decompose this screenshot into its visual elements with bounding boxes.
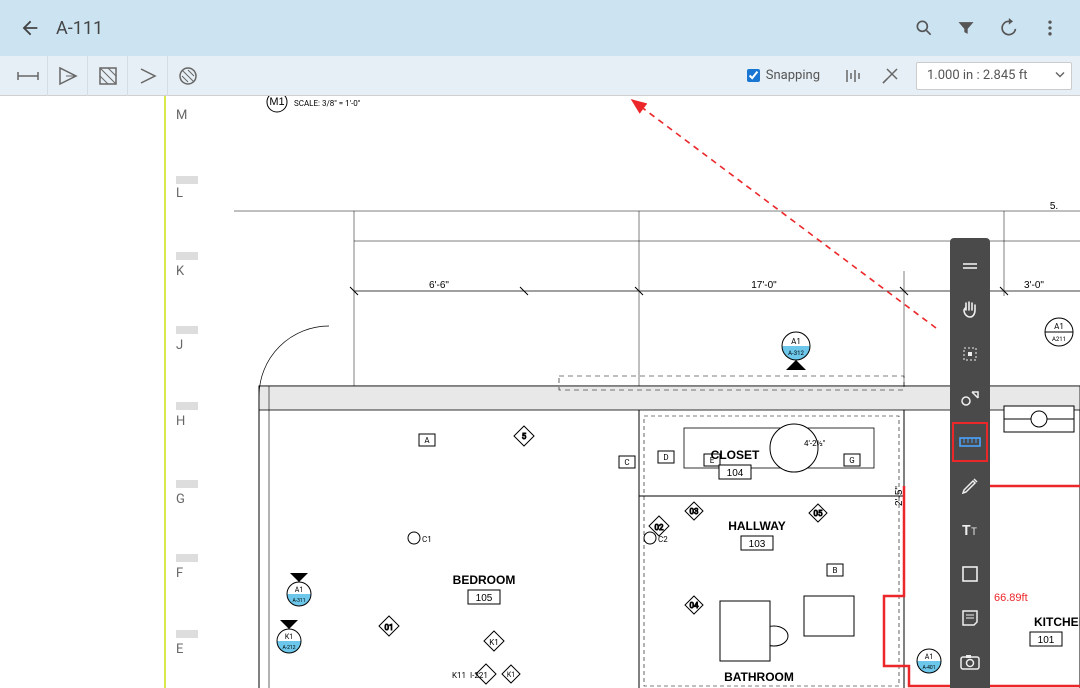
drag-handle-icon[interactable] (950, 244, 990, 288)
svg-text:A1: A1 (791, 337, 801, 346)
snapping-label: Snapping (766, 68, 820, 83)
svg-text:04: 04 (690, 601, 699, 610)
svg-text:BEDROOM: BEDROOM (453, 573, 516, 587)
svg-text:03: 03 (690, 507, 699, 516)
scale-value: 1.000 in : 2.845 ft (927, 68, 1027, 83)
svg-text:CLOSET: CLOSET (711, 448, 760, 462)
svg-text:BATHROOM: BATHROOM (724, 670, 794, 684)
svg-text:A211: A211 (1052, 336, 1066, 343)
measure-ellipse-icon[interactable] (168, 56, 208, 96)
svg-text:A-401: A-401 (922, 665, 935, 671)
floor-plan: SCALE: 3/8" = 1'-0" M1 5. 6'-6" 17'-0" 3… (164, 96, 1080, 688)
scale-dropdown[interactable]: 1.000 in : 2.845 ft (916, 62, 1072, 90)
svg-text:105: 105 (476, 593, 493, 604)
viewer-toolbar: TT (950, 238, 990, 688)
chevron-down-icon (1055, 68, 1065, 83)
measure-path-icon[interactable] (128, 56, 168, 96)
calibrate-icon[interactable] (872, 58, 908, 94)
overflow-menu-icon[interactable] (1032, 10, 1068, 46)
snapping-checkbox[interactable] (747, 69, 760, 82)
app-header: A-111 (0, 0, 1080, 56)
measure-angle-icon[interactable] (48, 56, 88, 96)
select-icon[interactable] (950, 332, 990, 376)
svg-text:K11: K11 (452, 671, 466, 680)
svg-text:HALLWAY: HALLWAY (728, 519, 786, 533)
measure-toolbar: Snapping 1.000 in : 2.845 ft (0, 56, 1080, 96)
history-icon[interactable] (990, 10, 1026, 46)
svg-text:C2: C2 (658, 535, 668, 544)
svg-text:4'-2½": 4'-2½" (804, 439, 826, 448)
svg-text:C1: C1 (422, 535, 432, 544)
svg-text:A1: A1 (925, 653, 934, 661)
svg-text:B: B (833, 566, 838, 575)
svg-text:66.89ft: 66.89ft (994, 592, 1028, 604)
svg-text:A1: A1 (295, 586, 304, 594)
svg-text:G: G (849, 456, 854, 465)
svg-text:17'-0": 17'-0" (751, 280, 777, 291)
svg-text:05: 05 (814, 509, 823, 518)
filter-icon[interactable] (948, 10, 984, 46)
svg-text:A-311: A-311 (292, 598, 305, 604)
svg-text:D: D (663, 453, 668, 462)
snapping-toggle[interactable]: Snapping (747, 68, 820, 83)
svg-text:5.: 5. (1050, 201, 1058, 212)
svg-text:K1: K1 (285, 633, 293, 641)
measure-linear-icon[interactable] (8, 56, 48, 96)
note-icon[interactable] (950, 596, 990, 640)
svg-text:K1: K1 (489, 638, 499, 647)
drawing-canvas[interactable]: M L K J H G F E SCALE: 3/8" = 1'-0" M1 5… (0, 96, 1080, 688)
search-icon[interactable] (906, 10, 942, 46)
page-title: A-111 (56, 18, 103, 39)
scale-note: SCALE: 3/8" = 1'-0" (294, 99, 361, 108)
svg-text:I-221: I-221 (470, 671, 488, 680)
text-icon[interactable]: TT (950, 508, 990, 552)
svg-text:5: 5 (522, 432, 527, 441)
measure-area-icon[interactable] (88, 56, 128, 96)
rectangle-icon[interactable] (950, 552, 990, 596)
back-button[interactable] (12, 10, 48, 46)
shapes-icon[interactable] (950, 376, 990, 420)
svg-text:C: C (624, 458, 629, 467)
svg-text:KITCHEN: KITCHEN (1034, 615, 1080, 629)
svg-text:01: 01 (385, 623, 394, 632)
svg-text:T: T (962, 523, 971, 539)
svg-text:K1: K1 (507, 671, 515, 679)
precision-icon[interactable] (836, 58, 872, 94)
svg-text:A-212: A-212 (282, 645, 295, 651)
svg-text:103: 103 (749, 539, 766, 550)
svg-text:3'-0": 3'-0" (1024, 280, 1044, 291)
svg-text:104: 104 (727, 468, 744, 479)
svg-text:A: A (424, 436, 430, 445)
svg-text:A1: A1 (1054, 322, 1064, 331)
svg-text:M1: M1 (269, 96, 284, 108)
ruler-icon[interactable] (950, 420, 990, 464)
draw-icon[interactable] (950, 464, 990, 508)
svg-text:T: T (971, 527, 977, 538)
pin-icon[interactable] (950, 684, 990, 688)
pan-icon[interactable] (950, 288, 990, 332)
svg-text:02: 02 (655, 523, 664, 532)
camera-icon[interactable] (950, 640, 990, 684)
svg-text:6'-6": 6'-6" (429, 280, 449, 291)
svg-text:A-312: A-312 (788, 350, 804, 357)
svg-text:101: 101 (1038, 635, 1055, 646)
